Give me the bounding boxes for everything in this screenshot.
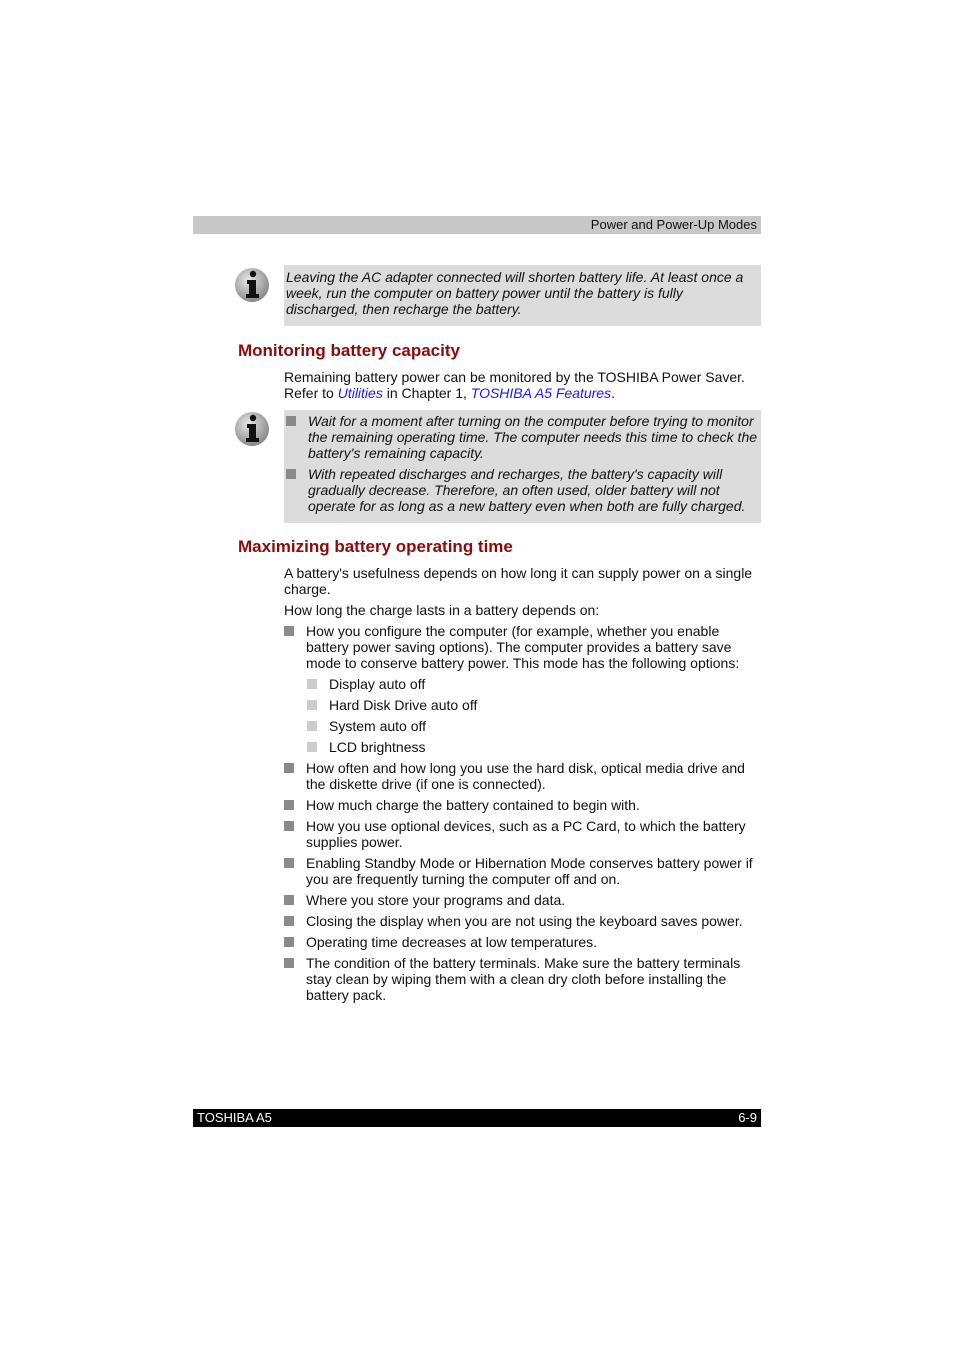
sub-item-text: Display auto off [329,676,426,692]
info-icon [233,266,271,304]
bullet-icon [284,800,294,810]
info-icon [233,410,271,448]
bullet-icon [284,626,294,636]
sub-list-item: System auto off [284,718,762,734]
bullet-icon [307,742,317,752]
bullet-icon [284,763,294,773]
page-number: 6-9 [738,1110,757,1125]
bullet-icon [284,895,294,905]
list-item-text: How often and how long you use the hard … [306,760,745,792]
list-item-text: How you use optional devices, such as a … [306,818,746,850]
bullet-icon [307,721,317,731]
bullet-icon [307,700,317,710]
list-item-text: Enabling Standby Mode or Hibernation Mod… [306,855,753,887]
bullet-icon [284,916,294,926]
list-item-text: Operating time decreases at low temperat… [306,934,598,950]
bullet-icon [286,416,296,426]
factors-list: How you configure the computer (for exam… [284,623,762,1008]
list-item: Operating time decreases at low temperat… [284,934,762,950]
sub-list-item: LCD brightness [284,739,762,755]
note-box: Wait for a moment after turning on the c… [284,410,761,523]
heading-monitoring: Monitoring battery capacity [238,341,460,360]
list-item: How much charge the battery contained to… [284,797,762,813]
heading-maximizing: Maximizing battery operating time [238,537,513,556]
list-item: How you use optional devices, such as a … [284,818,762,850]
note-text: Leaving the AC adapter connected will sh… [286,269,744,317]
list-item: Enabling Standby Mode or Hibernation Mod… [284,855,762,887]
bullet-icon [284,937,294,947]
list-item-text: How much charge the battery contained to… [306,797,640,813]
bullet-icon [286,469,296,479]
bullet-icon [284,821,294,831]
note-item: Wait for a moment after turning on the c… [284,413,759,461]
list-item: Closing the display when you are not usi… [284,913,762,929]
list-item: Where you store your programs and data. [284,892,762,908]
maximizing-para2: How long the charge lasts in a battery d… [284,602,600,618]
link-features[interactable]: TOSHIBA A5 Features [471,385,611,401]
note-item-text: With repeated discharges and recharges, … [308,466,746,514]
bullet-icon [284,958,294,968]
product-name: TOSHIBA A5 [197,1110,272,1125]
monitoring-paragraph: Remaining battery power can be monitored… [284,369,762,401]
sub-list-item: Display auto off [284,676,762,692]
page-footer: TOSHIBA A5 6-9 [193,1109,761,1127]
list-item: How often and how long you use the hard … [284,760,762,792]
section-title: Power and Power-Up Modes [590,217,757,232]
maximizing-para1: A battery's usefulness depends on how lo… [284,565,753,597]
para-text: in Chapter 1, [382,385,471,401]
list-item-text: Where you store your programs and data. [306,892,566,908]
note-box: Leaving the AC adapter connected will sh… [284,265,761,326]
bullet-icon [284,858,294,868]
link-utilities[interactable]: Utilities [338,385,383,401]
sub-item-text: Hard Disk Drive auto off [329,697,478,713]
list-item: The condition of the battery terminals. … [284,955,762,1003]
sub-list-item: Hard Disk Drive auto off [284,697,762,713]
page-header: Power and Power-Up Modes [193,216,761,234]
list-item-text: The condition of the battery terminals. … [306,955,741,1003]
sub-item-text: System auto off [329,718,427,734]
para-text: . [611,385,615,401]
list-item: How you configure the computer (for exam… [284,623,762,671]
sub-item-text: LCD brightness [329,739,426,755]
note-item-text: Wait for a moment after turning on the c… [308,413,758,461]
bullet-icon [307,679,317,689]
list-item-text: How you configure the computer (for exam… [306,623,740,671]
list-item-text: Closing the display when you are not usi… [306,913,743,929]
note-item: With repeated discharges and recharges, … [284,466,759,514]
